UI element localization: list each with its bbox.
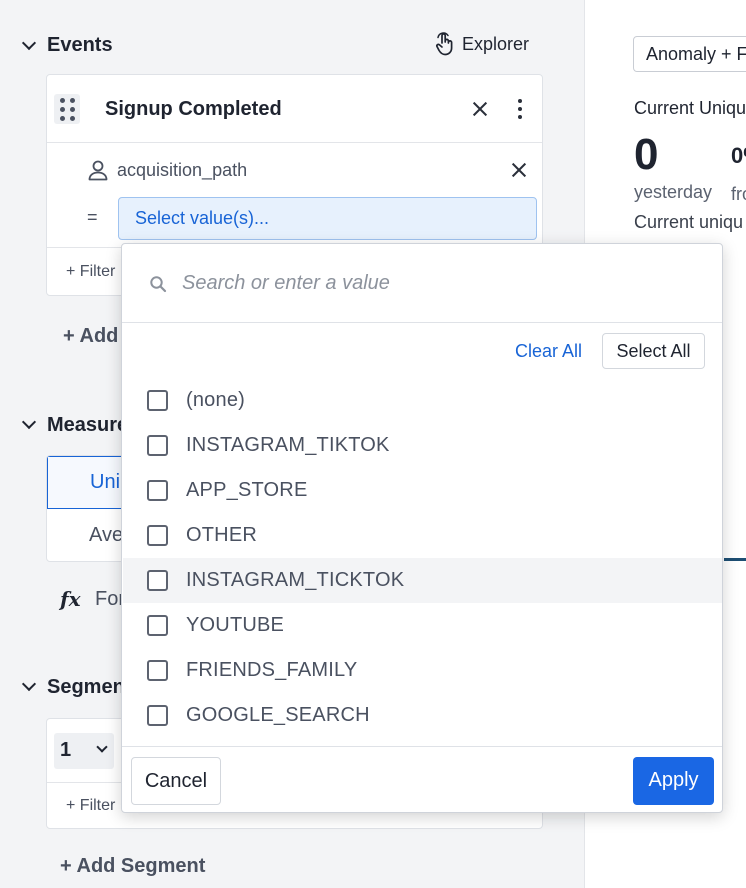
value-search-row	[122, 244, 722, 323]
value-option-checkbox[interactable]	[147, 390, 168, 411]
value-option-label: APP_STORE	[186, 479, 308, 501]
value-option-instagram-ticktok[interactable]: INSTAGRAM_TICKTOK	[123, 558, 722, 603]
value-option-label: FRIENDS_FAMILY	[186, 659, 358, 681]
value-option-label: (none)	[186, 389, 246, 411]
add-segment-link[interactable]: + Add Segment	[60, 855, 205, 878]
remove-filter-close-icon[interactable]	[509, 160, 529, 180]
formula-icon: fx	[60, 587, 81, 611]
value-option-checkbox[interactable]	[147, 615, 168, 636]
value-option-other[interactable]: OTHER	[123, 513, 722, 558]
value-option-app-store[interactable]: APP_STORE	[123, 468, 722, 513]
events-section-title: Events	[47, 34, 113, 56]
select-all-button[interactable]: Select All	[602, 333, 705, 369]
current-metric-sublabel: Current uniqu	[634, 212, 744, 232]
value-option-instagram-tiktok[interactable]: INSTAGRAM_TIKTOK	[123, 423, 722, 468]
value-option-label: GOOGLE_SEARCH	[186, 704, 370, 726]
remove-event-close-icon[interactable]	[470, 99, 490, 119]
value-option-checkbox[interactable]	[147, 525, 168, 546]
value-picker-popover: Clear All Select All (none) INSTAGRAM_TI…	[121, 243, 723, 813]
current-metric-label: Current Uniqu	[634, 98, 746, 118]
apply-button[interactable]: Apply	[633, 757, 714, 805]
search-icon	[150, 276, 167, 293]
segment-number-selector[interactable]: 1	[54, 733, 114, 769]
explorer-label: Explorer	[462, 33, 530, 54]
value-option-checkbox[interactable]	[147, 660, 168, 681]
explorer-button[interactable]: Explorer	[434, 32, 529, 56]
anomaly-forecast-button[interactable]: Anomaly + F	[633, 36, 746, 72]
value-option-label: YOUTUBE	[186, 614, 285, 636]
percent-change-from-label: fro	[731, 184, 746, 204]
clear-all-button[interactable]: Clear All	[515, 341, 582, 362]
segment-collapse-icon[interactable]	[21, 676, 37, 692]
segment-section-title: Segmen	[47, 676, 125, 698]
value-option-checkbox[interactable]	[147, 570, 168, 591]
measure-section-title: Measure	[47, 414, 129, 436]
chart-series-line	[724, 558, 746, 561]
event-more-options-icon[interactable]	[515, 99, 525, 119]
value-option-checkbox[interactable]	[147, 435, 168, 456]
value-option-none[interactable]: (none)	[123, 378, 722, 423]
property-filter-row: acquisition_path	[87, 159, 247, 181]
add-segment-filter-link[interactable]: + Filter	[66, 797, 115, 815]
value-search-input[interactable]	[182, 267, 682, 299]
add-event-filter-link[interactable]: + Filter	[66, 263, 115, 281]
value-option-checkbox[interactable]	[147, 480, 168, 501]
value-option-friends-family[interactable]: FRIENDS_FAMILY	[123, 648, 722, 693]
pointer-hand-icon	[436, 32, 453, 56]
events-collapse-icon[interactable]	[21, 35, 37, 51]
current-metric-value: 0	[634, 130, 659, 179]
cancel-button[interactable]: Cancel	[131, 757, 221, 805]
value-option-google-search[interactable]: GOOGLE_SEARCH	[123, 693, 722, 738]
value-option-label: INSTAGRAM_TICKTOK	[186, 569, 405, 591]
drag-handle-icon[interactable]	[54, 94, 80, 124]
current-metric-period: yesterday	[634, 182, 713, 202]
measure-collapse-icon[interactable]	[21, 414, 37, 430]
filter-operator[interactable]: =	[87, 207, 98, 228]
value-option-label: OTHER	[186, 524, 257, 546]
user-property-icon	[88, 160, 108, 181]
select-values-dropdown[interactable]: Select value(s)...	[118, 197, 537, 240]
property-name[interactable]: acquisition_path	[117, 160, 247, 181]
segment-number: 1	[60, 739, 72, 761]
value-option-youtube[interactable]: YOUTUBE	[123, 603, 722, 648]
value-option-checkbox[interactable]	[147, 705, 168, 726]
value-picker-footer: Cancel Apply	[122, 746, 722, 813]
event-divider	[47, 142, 542, 143]
event-name[interactable]: Signup Completed	[105, 98, 282, 121]
value-option-label: INSTAGRAM_TIKTOK	[186, 434, 390, 456]
add-event-link[interactable]: + Add	[63, 325, 118, 348]
percent-change-value: 0%	[731, 143, 746, 168]
